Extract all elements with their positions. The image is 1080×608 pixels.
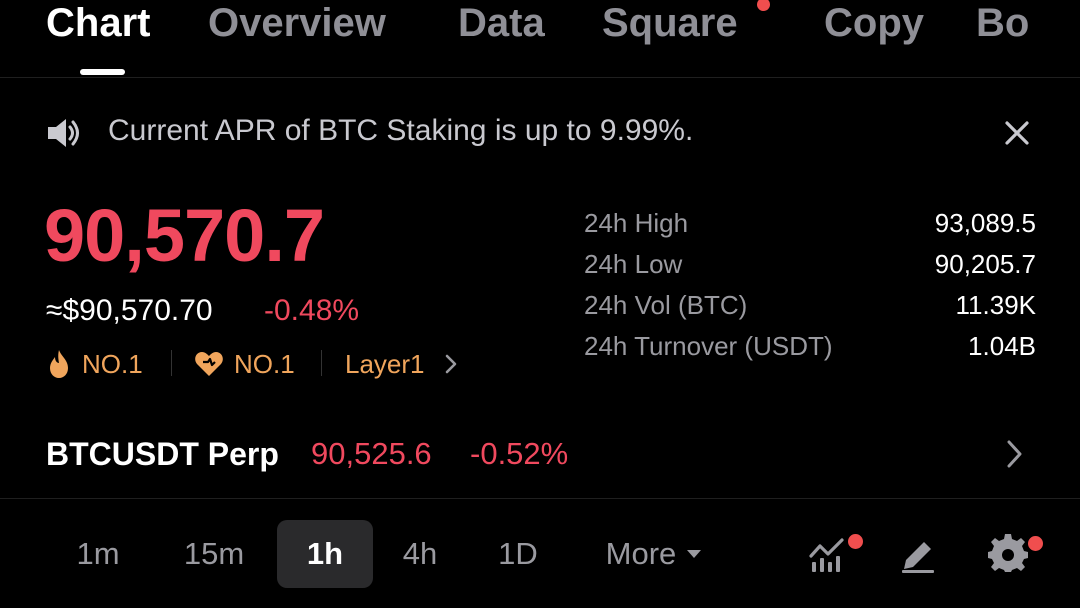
- stat-24h-low: 24h Low 90,205.7: [584, 249, 1036, 290]
- top-tab-bar: Chart Overview Data Square Copy Bo: [0, 0, 1080, 78]
- square-notification-dot: [757, 0, 770, 11]
- stat-value: 1.04B: [968, 331, 1036, 361]
- perp-contract-row[interactable]: BTCUSDT Perp 90,525.6 -0.52%: [0, 424, 1080, 488]
- stat-24h-turnover: 24h Turnover (USDT) 1.04B: [584, 331, 1036, 372]
- announcement-text: Current APR of BTC Staking is up to 9.99…: [108, 114, 694, 147]
- active-tab-indicator: [80, 69, 125, 75]
- tag-divider: [321, 350, 322, 376]
- market-detail-page: Chart Overview Data Square Copy Bo Curre…: [0, 0, 1080, 608]
- stat-24h-high: 24h High 93,089.5: [584, 208, 1036, 249]
- last-price: 90,570.7: [44, 194, 325, 277]
- interval-toolbar: 1m 15m 1h 4h 1D More: [0, 520, 1080, 588]
- tag-divider: [171, 350, 172, 376]
- more-label: More: [605, 536, 677, 571]
- speaker-icon: [46, 116, 82, 155]
- hot-rank-tag[interactable]: NO.1: [46, 344, 143, 384]
- settings-gear-icon[interactable]: [988, 534, 1028, 579]
- stat-label: 24h Vol (BTC): [584, 290, 748, 320]
- tab-square[interactable]: Square: [602, 0, 738, 50]
- chevron-right-icon: [1004, 438, 1026, 475]
- stat-value: 11.39K: [955, 290, 1036, 320]
- announcement-banner[interactable]: Current APR of BTC Staking is up to 9.99…: [0, 100, 1080, 166]
- draw-pencil-icon[interactable]: [898, 534, 938, 579]
- sector-label: Layer1: [345, 348, 425, 379]
- tab-chart[interactable]: Chart: [46, 0, 150, 50]
- tab-data[interactable]: Data: [458, 0, 545, 50]
- stat-label: 24h Turnover (USDT): [584, 331, 833, 361]
- section-divider: [0, 498, 1080, 499]
- favorite-rank-label: NO.1: [234, 348, 295, 379]
- perp-name: BTCUSDT Perp: [46, 436, 279, 472]
- indicators-notification-dot: [848, 534, 863, 549]
- favorite-rank-tag[interactable]: NO.1: [194, 344, 295, 384]
- heart-icon: [194, 350, 224, 378]
- chevron-right-icon: [443, 353, 459, 375]
- interval-1d[interactable]: 1D: [478, 520, 558, 588]
- settings-notification-dot: [1028, 536, 1043, 551]
- stat-label: 24h High: [584, 208, 689, 238]
- interval-1m[interactable]: 1m: [52, 520, 144, 588]
- 24h-stats: 24h High 93,089.5 24h Low 90,205.7 24h V…: [584, 208, 1036, 372]
- interval-15m[interactable]: 15m: [164, 520, 264, 588]
- more-intervals-dropdown[interactable]: More: [590, 520, 718, 588]
- flame-icon: [46, 349, 72, 379]
- price-change-percent: -0.48%: [264, 294, 360, 327]
- perp-price: 90,525.6: [311, 436, 432, 471]
- stat-24h-volume: 24h Vol (BTC) 11.39K: [584, 290, 1036, 331]
- stat-label: 24h Low: [584, 249, 683, 279]
- tab-copy[interactable]: Copy: [824, 0, 924, 50]
- perp-change: -0.52%: [470, 436, 569, 471]
- interval-4h[interactable]: 4h: [380, 520, 460, 588]
- stat-value: 93,089.5: [934, 208, 1036, 238]
- stat-value: 90,205.7: [934, 249, 1036, 279]
- caret-down-icon: [686, 549, 702, 559]
- hot-rank-label: NO.1: [82, 348, 143, 379]
- interval-1h[interactable]: 1h: [277, 520, 373, 588]
- tab-overview[interactable]: Overview: [208, 0, 386, 50]
- indicators-icon[interactable]: [808, 534, 848, 579]
- fiat-price: ≈$90,570.70: [46, 294, 213, 327]
- sector-tag[interactable]: Layer1: [345, 344, 459, 384]
- close-icon[interactable]: [1000, 116, 1034, 155]
- tab-bots[interactable]: Bo: [976, 0, 1029, 50]
